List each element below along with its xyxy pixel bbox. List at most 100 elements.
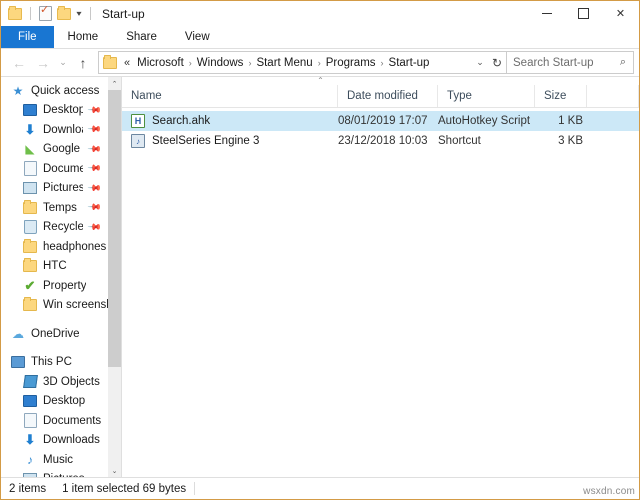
recycle-bin-icon <box>23 220 37 235</box>
search-input[interactable]: Search Start-up <box>513 57 613 69</box>
sidebar-label-win-screenshots: Win screenshots <box>43 299 108 312</box>
pin-icon[interactable]: 📌 <box>87 180 102 196</box>
up-button[interactable]: ↑ <box>71 52 95 74</box>
breadcrumb-item-microsoft[interactable]: Microsoft <box>133 57 188 69</box>
checkmark-icon: ✔ <box>24 277 36 293</box>
file-rows: H Search.ahk 08/01/2019 17:07 AutoHotkey… <box>122 108 639 477</box>
scrollbar-thumb[interactable] <box>108 90 121 367</box>
file-type-cell: Shortcut <box>438 135 481 147</box>
sidebar-item-documents[interactable]: Documents 📌 <box>1 159 108 179</box>
recent-locations-button[interactable]: ⌄ <box>55 52 71 74</box>
documents-icon <box>23 413 37 429</box>
title-bar: ▾ Start-up ✕ <box>1 1 639 26</box>
pin-icon[interactable]: 📌 <box>87 122 102 138</box>
sidebar-item-pc-desktop[interactable]: Desktop <box>1 392 108 412</box>
tab-share[interactable]: Share <box>112 26 171 48</box>
breadcrumb-item-windows[interactable]: Windows <box>193 57 248 69</box>
sort-ascending-icon: ⌃ <box>317 76 324 85</box>
sidebar-item-pc-downloads[interactable]: ⬇ Downloads <box>1 431 108 451</box>
close-button[interactable]: ✕ <box>602 1 639 26</box>
sidebar-item-google-drive[interactable]: ◣ Google Drive 📌 <box>1 140 108 160</box>
download-icon: ⬇ <box>24 121 36 137</box>
computer-icon <box>11 355 25 369</box>
sidebar-item-temps[interactable]: Temps 📌 <box>1 198 108 218</box>
folder-icon[interactable] <box>8 5 22 20</box>
sidebar-item-htc[interactable]: HTC <box>1 257 108 277</box>
tab-file[interactable]: File <box>1 26 54 48</box>
address-field[interactable]: « Microsoft › Windows › Start Menu › Pro… <box>98 51 507 74</box>
sidebar-label-quick-access: Quick access <box>31 84 100 97</box>
scroll-down-icon[interactable]: ⌄ <box>108 464 121 477</box>
table-row[interactable]: ♪ SteelSeries Engine 3 23/12/2018 10:03 … <box>122 131 639 151</box>
column-header-name[interactable]: Name <box>122 85 338 107</box>
download-icon: ⬇ <box>24 432 36 448</box>
autohotkey-script-icon: H <box>131 114 145 128</box>
search-box[interactable]: Search Start-up ⌕ <box>507 51 634 74</box>
sidebar-item-quick-access[interactable]: ★ Quick access <box>1 81 108 101</box>
sidebar-item-win-screenshots[interactable]: Win screenshots <box>1 296 108 316</box>
sidebar-item-desktop[interactable]: Desktop 📌 <box>1 101 108 121</box>
pin-icon[interactable]: 📌 <box>87 141 102 157</box>
file-name-cell[interactable]: H Search.ahk <box>122 114 338 128</box>
new-folder-icon[interactable] <box>57 5 71 20</box>
sidebar-item-pc-documents[interactable]: Documents <box>1 411 108 431</box>
toolbar-divider-2 <box>90 7 92 20</box>
scrollbar-track[interactable] <box>108 90 121 464</box>
back-button[interactable]: ← <box>7 52 31 74</box>
file-name-cell[interactable]: ♪ SteelSeries Engine 3 <box>122 134 338 148</box>
tab-view[interactable]: View <box>171 26 224 48</box>
breadcrumb-item-start-menu[interactable]: Start Menu <box>252 57 316 69</box>
pin-icon[interactable]: 📌 <box>87 219 102 235</box>
refresh-icon[interactable]: ↻ <box>488 56 506 70</box>
scroll-up-icon[interactable]: ⌃ <box>108 77 121 90</box>
column-header-date-modified[interactable]: Date modified <box>338 85 438 107</box>
sidebar-item-onedrive[interactable]: ☁ OneDrive <box>1 324 108 344</box>
sidebar-item-property[interactable]: ✔ Property <box>1 276 108 296</box>
sidebar-item-pictures[interactable]: Pictures 📌 <box>1 179 108 199</box>
breadcrumb-item-programs[interactable]: Programs <box>322 57 380 69</box>
sidebar-item-recycle-bin[interactable]: Recycle Bin 📌 <box>1 218 108 238</box>
file-name-label: SteelSeries Engine 3 <box>152 135 260 147</box>
sidebar-item-3d-objects[interactable]: 3D Objects <box>1 372 108 392</box>
file-name-label: Search.ahk <box>152 115 211 127</box>
address-dropdown-icon[interactable]: ⌄ <box>472 57 488 68</box>
sidebar-item-headphones[interactable]: headphones not <box>1 237 108 257</box>
sidebar-item-pc-pictures[interactable]: Pictures <box>1 470 108 477</box>
search-icon[interactable]: ⌕ <box>613 56 633 69</box>
tab-home[interactable]: Home <box>54 26 113 48</box>
sidebar-item-pc-music[interactable]: ♪ Music <box>1 450 108 470</box>
toolbar-divider <box>30 7 31 20</box>
column-header-type[interactable]: Type <box>438 85 535 107</box>
sidebar-item-this-pc[interactable]: This PC <box>1 353 108 373</box>
minimize-button[interactable] <box>528 1 565 26</box>
forward-button[interactable]: → <box>31 52 55 74</box>
maximize-button[interactable] <box>565 1 602 26</box>
properties-icon[interactable] <box>39 4 52 21</box>
pin-icon[interactable]: 📌 <box>87 102 102 118</box>
desktop-icon <box>23 103 37 117</box>
desktop-icon <box>23 394 37 408</box>
column-header-empty[interactable] <box>587 85 639 107</box>
pin-icon[interactable]: 📌 <box>87 200 102 216</box>
table-row[interactable]: H Search.ahk 08/01/2019 17:07 AutoHotkey… <box>122 111 639 131</box>
documents-icon <box>23 161 37 177</box>
sidebar-label-documents: Documents <box>43 162 83 175</box>
sidebar-label-temps: Temps <box>43 201 77 214</box>
navigation-list: ★ Quick access Desktop 📌 ⬇ Downloads 📌 ◣… <box>1 77 108 477</box>
sidebar-label-pc-music: Music <box>43 453 74 466</box>
google-drive-icon: ◣ <box>25 142 35 157</box>
file-size-cell: 1 KB <box>558 115 583 127</box>
chevron-down-icon[interactable]: ▾ <box>76 9 81 18</box>
breadcrumb-item-start-up[interactable]: Start-up <box>385 57 434 69</box>
sidebar-item-downloads[interactable]: ⬇ Downloads 📌 <box>1 120 108 140</box>
sidebar-label-pc-desktop: Desktop <box>43 395 86 408</box>
column-header-size[interactable]: Size <box>535 85 587 107</box>
pin-icon[interactable]: 📌 <box>87 161 102 177</box>
sort-indicator-row: ⌃ <box>122 76 639 85</box>
sidebar-scrollbar[interactable]: ⌃ ⌄ <box>108 77 121 477</box>
sidebar-label-htc: HTC <box>43 260 67 273</box>
sidebar-label-this-pc: This PC <box>31 356 72 369</box>
breadcrumb-root-icon[interactable]: « <box>119 57 133 69</box>
column-headers: Name Date modified Type Size <box>122 85 639 108</box>
3d-objects-icon <box>22 375 38 389</box>
